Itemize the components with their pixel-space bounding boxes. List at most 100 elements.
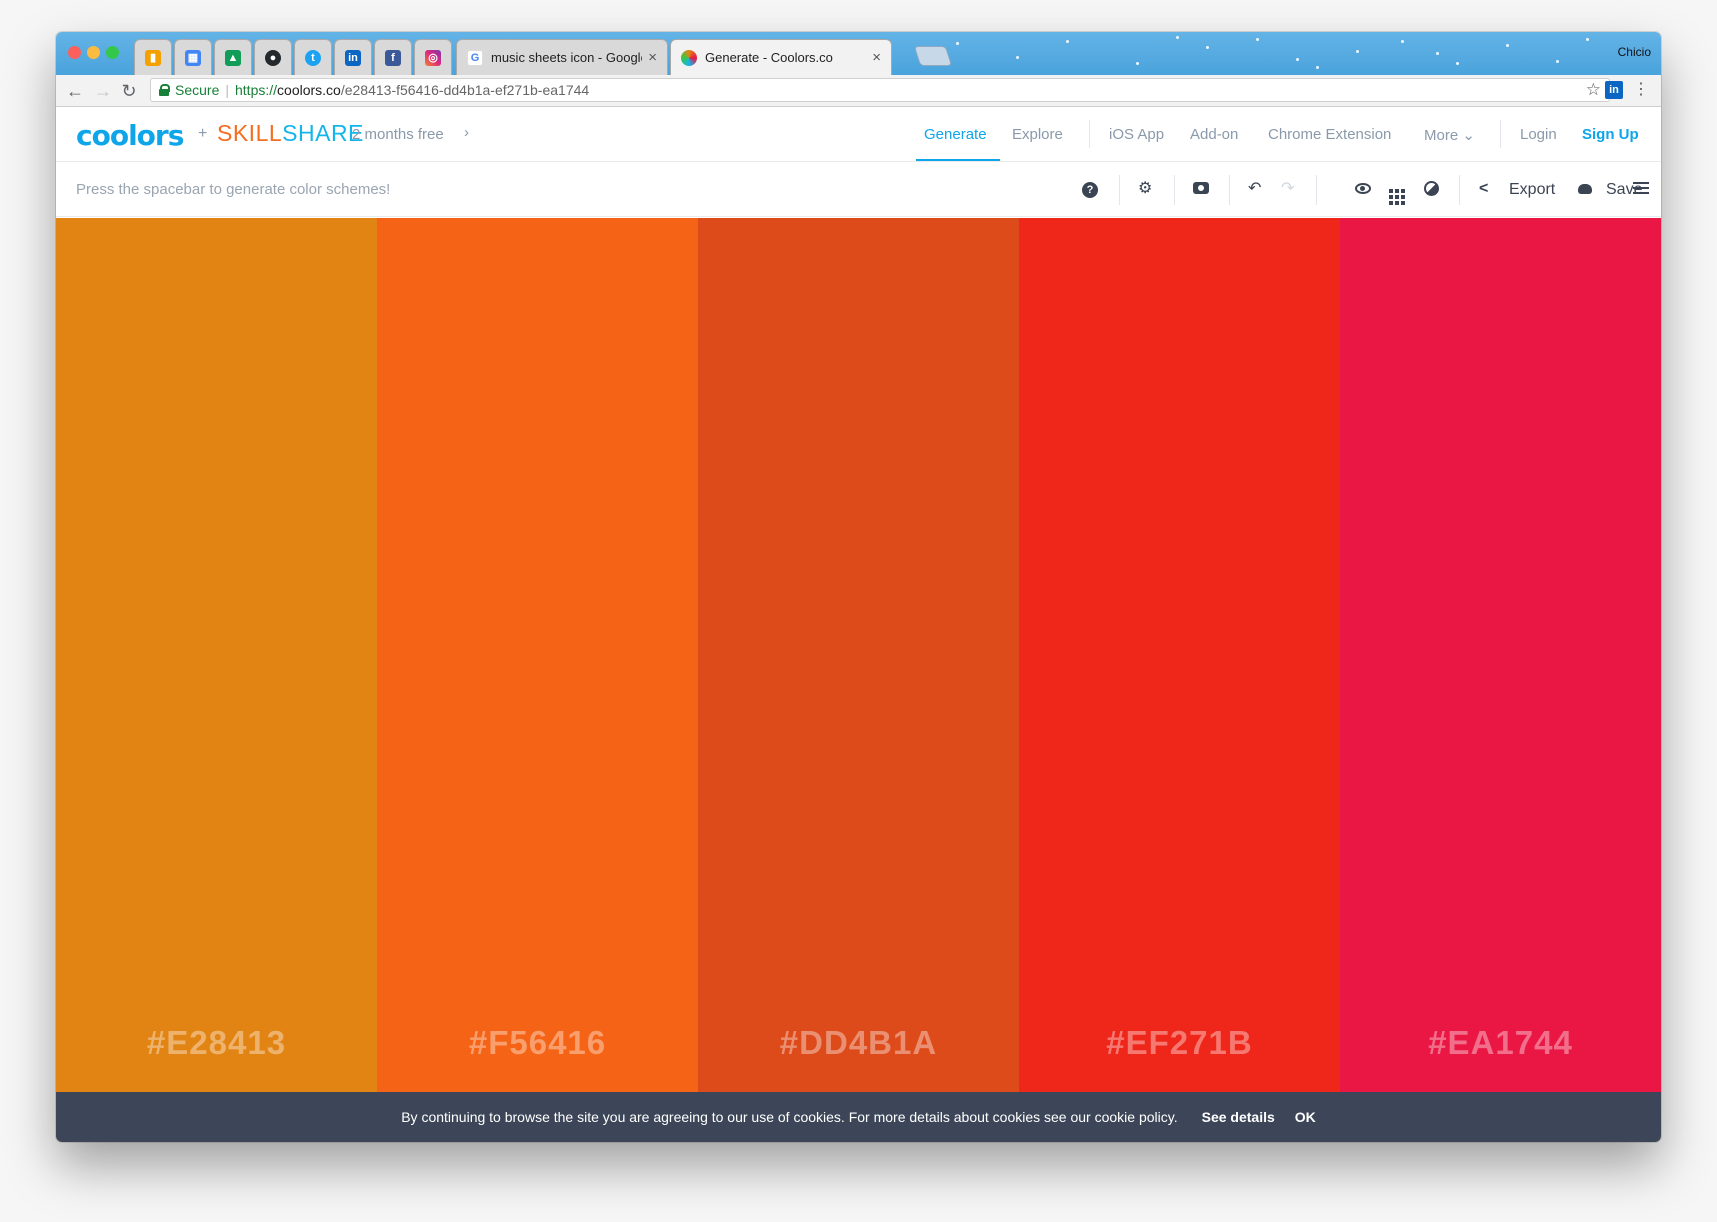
- nav-add-on[interactable]: Add-on: [1190, 126, 1238, 143]
- promo-link[interactable]: 2 months free: [352, 126, 444, 143]
- url-scheme: https://: [235, 82, 278, 98]
- redo-button[interactable]: ↷: [1281, 179, 1294, 199]
- drive-icon: ▲: [225, 49, 241, 66]
- color-swatch[interactable]: #DD4B1A: [698, 218, 1019, 1092]
- undo-icon: ↶: [1248, 180, 1262, 197]
- nav-generate[interactable]: Generate: [924, 126, 987, 143]
- nav-divider: [1500, 120, 1501, 148]
- grid-view-button[interactable]: [1389, 179, 1405, 205]
- redo-icon: ↷: [1281, 180, 1295, 197]
- toolbar-divider: [1119, 175, 1120, 205]
- toolbar-divider: [1229, 175, 1230, 205]
- tab-facebook[interactable]: f: [374, 39, 412, 75]
- help-icon: ?: [1082, 182, 1098, 198]
- hex-code-label[interactable]: #DD4B1A: [698, 1024, 1019, 1062]
- camera-button[interactable]: [1193, 179, 1209, 200]
- close-tab-icon[interactable]: ×: [648, 49, 657, 66]
- chevron-right-icon: ›: [464, 124, 469, 141]
- hex-code-label[interactable]: #E28413: [56, 1024, 377, 1062]
- color-swatch[interactable]: #E28413: [56, 218, 377, 1092]
- eye-icon: [1355, 183, 1371, 194]
- tab-coolors[interactable]: Generate - Coolors.co ×: [670, 39, 892, 75]
- gear-icon: ⚙: [1138, 180, 1153, 197]
- nav-more[interactable]: More ⌄: [1424, 126, 1475, 144]
- secure-label: Secure: [175, 82, 220, 98]
- linkedin-icon: in: [345, 49, 361, 66]
- nav-divider: [1089, 120, 1090, 148]
- new-tab-button[interactable]: [913, 46, 953, 66]
- tab-github[interactable]: ●: [254, 39, 292, 75]
- undo-button[interactable]: ↶: [1248, 179, 1261, 199]
- nav-more-label: More: [1424, 127, 1459, 144]
- tab-strip: ▮ ▦ ▲ ● t in f ◎ G music sheets icon - G…: [56, 32, 1661, 75]
- plus-sign: +: [198, 125, 208, 142]
- tab-twitter[interactable]: t: [294, 39, 332, 75]
- coolors-icon: [681, 49, 697, 66]
- generator-toolbar: Press the spacebar to generate color sch…: [56, 163, 1661, 217]
- nav-explore[interactable]: Explore: [1012, 126, 1063, 143]
- reload-button[interactable]: ↻: [118, 80, 140, 102]
- save-cloud-button[interactable]: [1578, 179, 1592, 200]
- tab-analytics[interactable]: ▮: [134, 39, 172, 75]
- tab-drive[interactable]: ▲: [214, 39, 252, 75]
- hex-code-label[interactable]: #EA1744: [1340, 1024, 1661, 1062]
- browser-menu-icon[interactable]: ⋮: [1633, 79, 1649, 99]
- contrast-button[interactable]: [1424, 179, 1439, 202]
- color-swatch[interactable]: #F56416: [377, 218, 698, 1092]
- tab-instagram[interactable]: ◎: [414, 39, 452, 75]
- address-bar[interactable]: Secure | https:// coolors.co /e28413-f56…: [150, 78, 1610, 102]
- desktop: ▮ ▦ ▲ ● t in f ◎ G music sheets icon - G…: [0, 0, 1717, 1222]
- toolbar-divider: [1459, 175, 1460, 205]
- login-link[interactable]: Login: [1520, 126, 1557, 143]
- tab-google-search[interactable]: G music sheets icon - Google Se ×: [456, 39, 668, 75]
- skillshare-logo[interactable]: SKILLSHARE: [217, 120, 364, 147]
- maximize-window-button[interactable]: [106, 46, 119, 59]
- hamburger-icon: [1633, 179, 1649, 197]
- calendar-icon: ▦: [185, 49, 201, 66]
- lock-icon: [159, 84, 170, 96]
- tab-title: Generate - Coolors.co: [705, 50, 833, 65]
- toolbar-divider: [1174, 175, 1175, 205]
- address-separator: |: [225, 82, 229, 98]
- nav-active-indicator: [916, 159, 1000, 161]
- forward-button[interactable]: →: [92, 80, 114, 102]
- color-palette: #E28413 #F56416 #DD4B1A #EF271B #EA1744: [56, 218, 1661, 1092]
- close-tab-icon[interactable]: ×: [872, 49, 881, 66]
- chevron-down-icon: ⌄: [1462, 127, 1475, 144]
- grid-icon: [1389, 189, 1405, 205]
- twitter-icon: t: [305, 49, 321, 66]
- bookmark-star-icon[interactable]: ☆: [1586, 80, 1601, 100]
- settings-button[interactable]: ⚙: [1138, 179, 1152, 199]
- hex-code-label[interactable]: #EF271B: [1019, 1024, 1340, 1062]
- skillshare-logo-part-1: SKILL: [217, 120, 283, 146]
- profile-name[interactable]: Chicio: [1618, 45, 1651, 59]
- nav-chrome-extension[interactable]: Chrome Extension: [1268, 126, 1391, 143]
- facebook-icon: f: [385, 49, 401, 66]
- camera-icon: [1193, 182, 1209, 194]
- export-button[interactable]: Export: [1509, 181, 1555, 199]
- ok-button[interactable]: OK: [1295, 1109, 1316, 1125]
- site-header: coolors + SKILLSHARE 2 months free › Gen…: [56, 107, 1661, 162]
- tab-linkedin[interactable]: in: [334, 39, 372, 75]
- close-window-button[interactable]: [68, 46, 81, 59]
- view-button[interactable]: [1355, 179, 1371, 200]
- minimize-window-button[interactable]: [87, 46, 100, 59]
- share-icon[interactable]: <: [1479, 179, 1488, 199]
- color-swatch[interactable]: #EF271B: [1019, 218, 1340, 1092]
- nav-ios-app[interactable]: iOS App: [1109, 126, 1164, 143]
- hex-code-label[interactable]: #F56416: [377, 1024, 698, 1062]
- color-swatch[interactable]: #EA1744: [1340, 218, 1661, 1092]
- tab-calendar[interactable]: ▦: [174, 39, 212, 75]
- back-button[interactable]: ←: [64, 80, 86, 102]
- analytics-icon: ▮: [145, 49, 161, 66]
- see-details-link[interactable]: See details: [1202, 1109, 1275, 1125]
- google-icon: G: [467, 49, 483, 66]
- github-icon: ●: [265, 49, 281, 66]
- url-host: coolors.co: [277, 82, 341, 98]
- signup-link[interactable]: Sign Up: [1582, 126, 1639, 143]
- coolors-logo[interactable]: coolors: [76, 119, 184, 152]
- browser-toolbar: ← → ↻ Secure | https:// coolors.co /e284…: [56, 75, 1661, 107]
- help-button[interactable]: ?: [1082, 179, 1098, 199]
- menu-button[interactable]: [1633, 179, 1649, 203]
- linkedin-extension-icon[interactable]: in: [1605, 81, 1623, 99]
